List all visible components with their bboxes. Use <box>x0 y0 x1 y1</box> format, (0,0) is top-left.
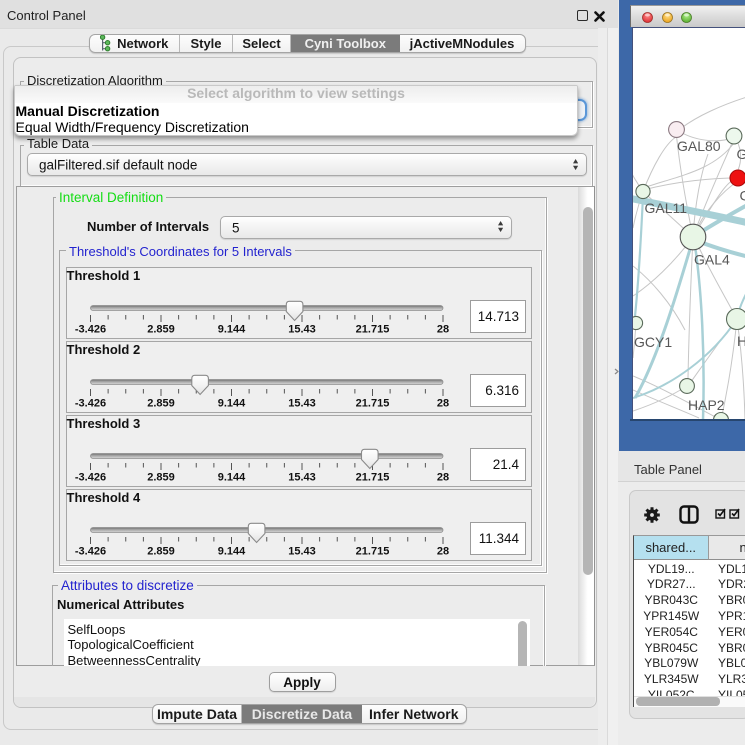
svg-text:9.144: 9.144 <box>218 546 246 558</box>
svg-text:15.43: 15.43 <box>288 472 316 484</box>
svg-text:HAP2: HAP2 <box>688 397 725 413</box>
svg-text:GAL4: GAL4 <box>694 252 730 268</box>
svg-text:21.715: 21.715 <box>356 546 390 558</box>
svg-text:2.859: 2.859 <box>147 398 175 410</box>
svg-text:GAL11: GAL11 <box>644 200 687 216</box>
svg-text:15.43: 15.43 <box>288 324 316 336</box>
svg-text:2.859: 2.859 <box>147 472 175 484</box>
svg-text:GCY1: GCY1 <box>634 334 672 350</box>
svg-text:9.144: 9.144 <box>218 324 246 336</box>
svg-text:2.859: 2.859 <box>147 546 175 558</box>
svg-text:-3.426: -3.426 <box>75 324 106 336</box>
svg-text:-3.426: -3.426 <box>75 398 106 410</box>
svg-text:GA: GA <box>736 146 745 162</box>
svg-text:-3.426: -3.426 <box>75 472 106 484</box>
svg-text:21.715: 21.715 <box>356 472 390 484</box>
svg-text:2.859: 2.859 <box>147 324 175 336</box>
svg-text:28: 28 <box>437 398 449 410</box>
svg-text:21.715: 21.715 <box>356 324 390 336</box>
svg-text:GAL80: GAL80 <box>677 138 721 154</box>
svg-text:H: H <box>737 333 745 349</box>
svg-text:9.144: 9.144 <box>218 472 246 484</box>
svg-text:21.715: 21.715 <box>356 398 390 410</box>
svg-text:C: C <box>739 188 745 204</box>
svg-text:28: 28 <box>437 472 449 484</box>
svg-text:-3.426: -3.426 <box>75 546 106 558</box>
svg-text:9.144: 9.144 <box>218 398 246 410</box>
svg-text:15.43: 15.43 <box>288 398 316 410</box>
svg-text:15.43: 15.43 <box>288 546 316 558</box>
svg-text:28: 28 <box>437 324 449 336</box>
svg-text:28: 28 <box>437 546 449 558</box>
